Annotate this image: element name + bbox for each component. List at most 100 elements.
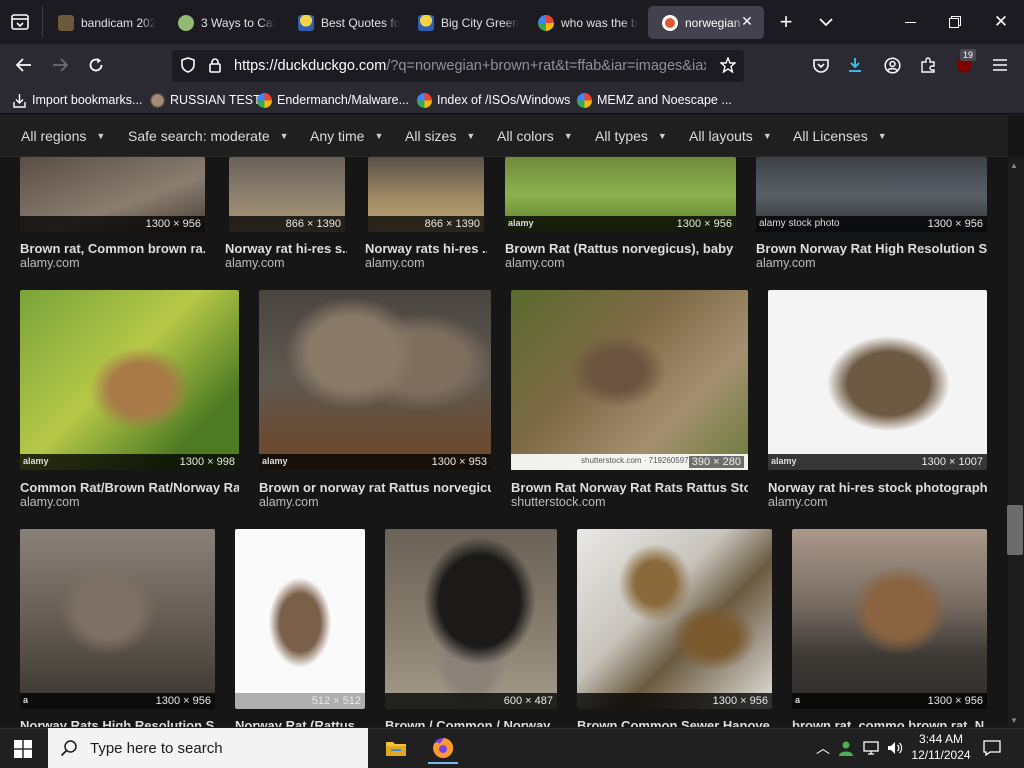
image-source[interactable]: alamy.com xyxy=(225,256,285,270)
tab-google-search[interactable]: who was the b xyxy=(524,6,646,39)
image-source[interactable]: shutterstock.com xyxy=(511,495,605,509)
back-button[interactable] xyxy=(12,53,36,77)
size-text: 1300 × 956 xyxy=(676,218,732,230)
restore-button[interactable] xyxy=(943,10,967,34)
image-title[interactable]: Brown Rat (Rattus norvegicus), baby ... xyxy=(505,241,736,256)
image-result[interactable] xyxy=(20,529,215,709)
close-window-button[interactable]: ✕ xyxy=(989,10,1013,34)
filter-type[interactable]: All types ▼ xyxy=(595,128,667,144)
downloads-button[interactable] xyxy=(843,53,867,77)
extensions-button[interactable] xyxy=(916,53,940,77)
image-source[interactable]: alamy.com xyxy=(768,495,828,509)
scroll-up-icon[interactable]: ▲ xyxy=(1010,161,1018,170)
image-size-label: alamy stock photo 1300 × 956 xyxy=(756,216,987,232)
forward-button[interactable] xyxy=(48,53,72,77)
new-tab-button[interactable]: + xyxy=(774,9,798,34)
tab-label: Big City Green xyxy=(441,15,520,30)
close-tab-icon[interactable]: ✕ xyxy=(738,13,756,30)
filter-region[interactable]: All regions ▼ xyxy=(21,128,105,144)
image-title[interactable]: Common Rat/Brown Rat/Norway Ra... xyxy=(20,480,239,495)
scroll-down-icon[interactable]: ▼ xyxy=(1010,716,1018,725)
filter-color[interactable]: All colors ▼ xyxy=(497,128,573,144)
image-title[interactable]: Brown Norway Rat High Resolution St... xyxy=(756,241,987,256)
list-all-tabs-button[interactable] xyxy=(814,10,838,34)
image-title[interactable]: Norway rats hi-res ... xyxy=(365,241,487,256)
tab-best-quotes[interactable]: Best Quotes fo xyxy=(284,6,406,39)
tab-bandicam[interactable]: bandicam 202 xyxy=(44,6,166,39)
url-text[interactable]: https://duckduckgo.com/?q=norwegian+brow… xyxy=(234,58,706,74)
image-title[interactable]: Brown Rat Norway Rat Rats Rattus Sto... xyxy=(511,480,748,495)
bookmark-page-button[interactable] xyxy=(718,55,738,75)
image-result[interactable] xyxy=(768,290,987,470)
image-title[interactable]: Norway Rat (Rattus... xyxy=(235,718,365,727)
image-title[interactable]: Brown Common Sewer Hanove... xyxy=(577,718,772,727)
bulb-icon xyxy=(418,14,434,31)
taskbar-search-box[interactable]: Type here to search xyxy=(48,728,368,768)
image-result[interactable] xyxy=(235,529,365,709)
start-button[interactable] xyxy=(12,738,34,760)
pocket-button[interactable] xyxy=(809,53,833,77)
image-source[interactable]: alamy.com xyxy=(20,495,80,509)
account-button[interactable] xyxy=(880,53,904,77)
system-clock[interactable]: 3:44 AM 12/11/2024 xyxy=(906,731,976,763)
action-center-button[interactable] xyxy=(980,736,1004,760)
bookmark-russian-test[interactable]: RUSSIAN TEST xyxy=(150,90,261,110)
tab-norwegian-brown-rat[interactable]: norwegian b ✕ xyxy=(648,6,764,39)
bookmark-label: RUSSIAN TEST xyxy=(170,93,261,107)
file-explorer-taskbar-button[interactable] xyxy=(383,735,409,761)
filter-safe-search[interactable]: Safe search: moderate ▼ xyxy=(128,128,289,144)
tracking-protection-button[interactable] xyxy=(178,55,198,75)
image-result[interactable] xyxy=(20,290,239,470)
image-title[interactable]: Norway rat hi-res s... xyxy=(225,241,347,256)
watermark-label: alamy xyxy=(771,456,797,466)
filter-layout[interactable]: All layouts ▼ xyxy=(689,128,772,144)
bookmark-import[interactable]: Import bookmarks... xyxy=(12,90,142,110)
image-title[interactable]: Norway Rats High Resolution S... xyxy=(20,718,215,727)
image-result[interactable] xyxy=(511,290,748,470)
image-title[interactable]: Brown rat, Common brown ra... xyxy=(20,241,205,256)
image-source[interactable]: alamy.com xyxy=(365,256,425,270)
bookmark-endermanch[interactable]: Endermanch/Malware... xyxy=(257,90,409,110)
bookmark-memz[interactable]: MEMZ and Noescape ... xyxy=(577,90,732,110)
chevron-down-icon xyxy=(819,18,833,27)
filter-label: Any time xyxy=(310,128,365,144)
image-source[interactable]: alamy.com xyxy=(259,495,319,509)
filter-size[interactable]: All sizes ▼ xyxy=(405,128,475,144)
firefox-taskbar-button[interactable] xyxy=(428,734,458,764)
filter-time[interactable]: Any time ▼ xyxy=(310,128,383,144)
image-result[interactable] xyxy=(259,290,491,470)
image-result[interactable] xyxy=(792,529,987,709)
filter-license[interactable]: All Licenses ▼ xyxy=(793,128,887,144)
tab-big-city-greens[interactable]: Big City Green xyxy=(404,6,526,39)
filter-bar: All regions ▼ Safe search: moderate ▼ Any … xyxy=(0,115,1008,157)
image-title[interactable]: brown rat, commo brown rat, N... xyxy=(792,718,987,727)
network-tray-button[interactable] xyxy=(860,738,882,758)
tab-3-ways[interactable]: 3 Ways to Cal xyxy=(164,6,286,39)
bookmark-index-isos[interactable]: Index of /ISOs/Windows xyxy=(417,90,570,110)
folder-icon xyxy=(386,742,406,756)
ublock-extension-button[interactable]: 19 xyxy=(952,49,977,77)
size-text: 1300 × 953 xyxy=(431,456,487,468)
reload-button[interactable] xyxy=(84,53,108,77)
site-info-button[interactable] xyxy=(205,55,225,75)
filter-label: All sizes xyxy=(405,128,457,144)
volume-tray-button[interactable] xyxy=(884,738,906,758)
image-result[interactable] xyxy=(385,529,557,709)
image-result[interactable] xyxy=(577,529,772,709)
people-tray-button[interactable] xyxy=(836,738,856,758)
image-source[interactable]: alamy.com xyxy=(505,256,565,270)
minimize-icon xyxy=(904,21,916,23)
notification-icon xyxy=(983,740,1001,756)
back-arrow-icon xyxy=(16,58,31,72)
tab-list-button[interactable] xyxy=(8,10,32,34)
image-title[interactable]: Norway rat hi-res stock photograph... xyxy=(768,480,987,495)
app-menu-button[interactable] xyxy=(988,53,1012,77)
image-title[interactable]: Brown or norway rat Rattus norvegicu... xyxy=(259,480,491,495)
image-source[interactable]: alamy.com xyxy=(20,256,80,270)
scrollbar-thumb[interactable] xyxy=(1007,505,1023,555)
scrollbar-track[interactable] xyxy=(1008,157,1024,727)
show-hidden-icons-button[interactable]: ︿ xyxy=(814,738,832,758)
image-source[interactable]: alamy.com xyxy=(756,256,816,270)
minimize-button[interactable] xyxy=(898,10,922,34)
image-title[interactable]: Brown / Common / Norway... xyxy=(385,718,557,727)
